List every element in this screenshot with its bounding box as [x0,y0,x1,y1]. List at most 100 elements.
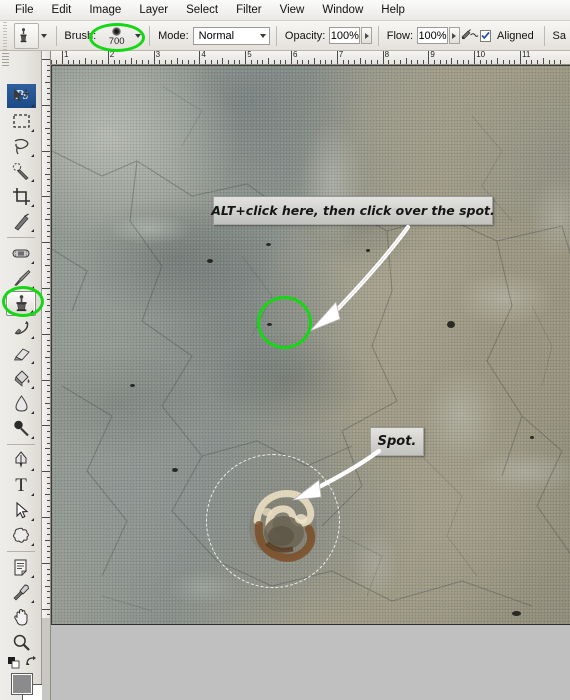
ruler-minor-tick [531,60,533,64]
ruler-minor-tick [47,270,50,272]
sidebar-item-custom-shape-tool[interactable] [6,523,36,548]
texture-pebble [130,384,135,387]
ruler-minor-tick [45,310,50,312]
sidebar-item-lasso-tool[interactable] [6,134,36,159]
ruler-minor-tick [47,202,50,204]
airbrush-icon[interactable] [460,25,480,47]
ruler-minor-tick [399,60,401,64]
swap-colors-icon[interactable] [25,655,38,668]
ruler-minor-tick [47,408,50,410]
sidebar-item-dodge-tool[interactable] [6,416,36,441]
ruler-horizontal[interactable]: 1 2 3 4 5 6 7 8 9 10 11 [42,51,570,65]
menu-item-layer[interactable]: Layer [130,2,177,19]
ruler-minor-tick [47,230,50,232]
ruler-minor-tick [388,60,390,64]
ruler-minor-tick [47,454,50,456]
opacity-slider-button[interactable] [361,27,372,44]
flow-slider-button[interactable] [449,27,460,44]
menu-item-window[interactable]: Window [313,2,372,19]
menu-item-file[interactable]: File [6,2,43,19]
flow-input[interactable]: 100% [417,27,449,44]
menu-item-image[interactable]: Image [80,2,130,19]
image-canvas[interactable] [51,65,570,625]
sidebar-item-move-tool[interactable] [6,84,36,109]
ruler-minor-tick [445,60,447,64]
clone-stamp-icon[interactable] [13,22,40,49]
ruler-minor-tick [170,60,172,64]
sidebar-item-hand-tool[interactable] [6,605,36,630]
sidebar-item-type-tool[interactable]: T [6,473,36,498]
ruler-minor-tick [273,60,275,64]
ruler-minor-tick [47,110,50,112]
ruler-minor-tick [47,253,50,255]
tool-flyout-corner [31,411,34,414]
sidebar-item-slice-tool[interactable] [6,209,36,234]
texture-pebble [172,468,178,472]
ruler-minor-tick [239,60,241,64]
ruler-tick-label: 6 [293,51,298,59]
sidebar-item-zoom-tool[interactable] [6,630,36,655]
foreground-color-swatch[interactable] [11,673,33,695]
sidebar-item-history-brush-tool[interactable] [6,316,36,341]
ruler-minor-tick [313,58,315,64]
ruler-minor-tick [47,99,50,101]
brush-size-highlight-ring [89,23,145,52]
ruler-minor-tick [45,539,50,541]
sidebar-item-crop-tool[interactable] [6,184,36,209]
sidebar-item-eraser-tool[interactable] [6,341,36,366]
ruler-minor-tick [47,557,50,559]
menu-bar: File Edit Image Layer Select Filter View… [0,0,570,21]
opacity-input[interactable]: 100% [329,27,361,44]
ruler-minor-tick [45,356,50,358]
ruler-major-tick [42,379,50,381]
ruler-minor-tick [47,488,50,490]
aligned-checkbox[interactable] [480,29,492,42]
ruler-minor-tick [47,436,50,438]
sidebar-item-blur-tool[interactable] [6,391,36,416]
ruler-minor-tick [47,385,50,387]
ruler-minor-tick [159,60,161,64]
ruler-minor-tick [47,413,50,415]
ruler-minor-tick [47,476,50,478]
document-workspace[interactable]: ALT+click here, then click over the spot… [51,65,570,700]
sidebar-item-rectangular-marquee-tool[interactable] [6,109,36,134]
ruler-minor-tick [45,265,50,267]
ruler-minor-tick [47,465,50,467]
mode-label: Mode: [158,29,189,42]
ruler-minor-tick [47,505,50,507]
sidebar-item-gradient-tool[interactable] [6,366,36,391]
ruler-minor-tick [176,58,178,64]
menu-item-filter[interactable]: Filter [227,2,271,19]
sidebar-item-magic-wand-tool[interactable] [6,159,36,184]
tool-flyout-corner [31,493,34,496]
tools-palette-grip[interactable] [2,53,9,67]
ruler-minor-tick [47,259,50,261]
brush-cursor-circle [206,454,340,588]
sidebar-item-notes-tool[interactable] [6,555,36,580]
sidebar-item-path-selection-tool[interactable] [6,498,36,523]
tool-flyout-corner [31,204,34,207]
ruler-tick-label: 5 [247,51,252,59]
ruler-minor-tick [47,305,50,307]
ruler-minor-tick [142,60,144,64]
menu-item-select[interactable]: Select [177,2,227,19]
sidebar-item-pen-tool[interactable] [6,448,36,473]
blend-mode-select[interactable]: Normal [192,26,271,45]
tool-preset-dropdown[interactable] [39,24,49,48]
ruler-vertical[interactable] [42,51,51,700]
ruler-minor-tick [411,60,413,64]
ruler-major-tick [42,333,50,335]
default-colors-icon[interactable] [8,657,20,669]
menu-item-edit[interactable]: Edit [43,2,81,19]
ruler-minor-tick [47,276,50,278]
sidebar-item-eyedropper-tool[interactable] [6,580,36,605]
ruler-major-tick [291,51,292,64]
ruler-minor-tick [47,236,50,238]
menu-item-help[interactable]: Help [372,2,414,19]
ruler-major-tick [245,51,247,64]
sidebar-item-healing-brush-tool[interactable] [6,241,36,266]
tool-flyout-corner [31,543,34,546]
menu-item-view[interactable]: View [271,2,314,19]
options-bar-grip[interactable] [0,21,8,50]
ruler-minor-tick [416,60,418,64]
